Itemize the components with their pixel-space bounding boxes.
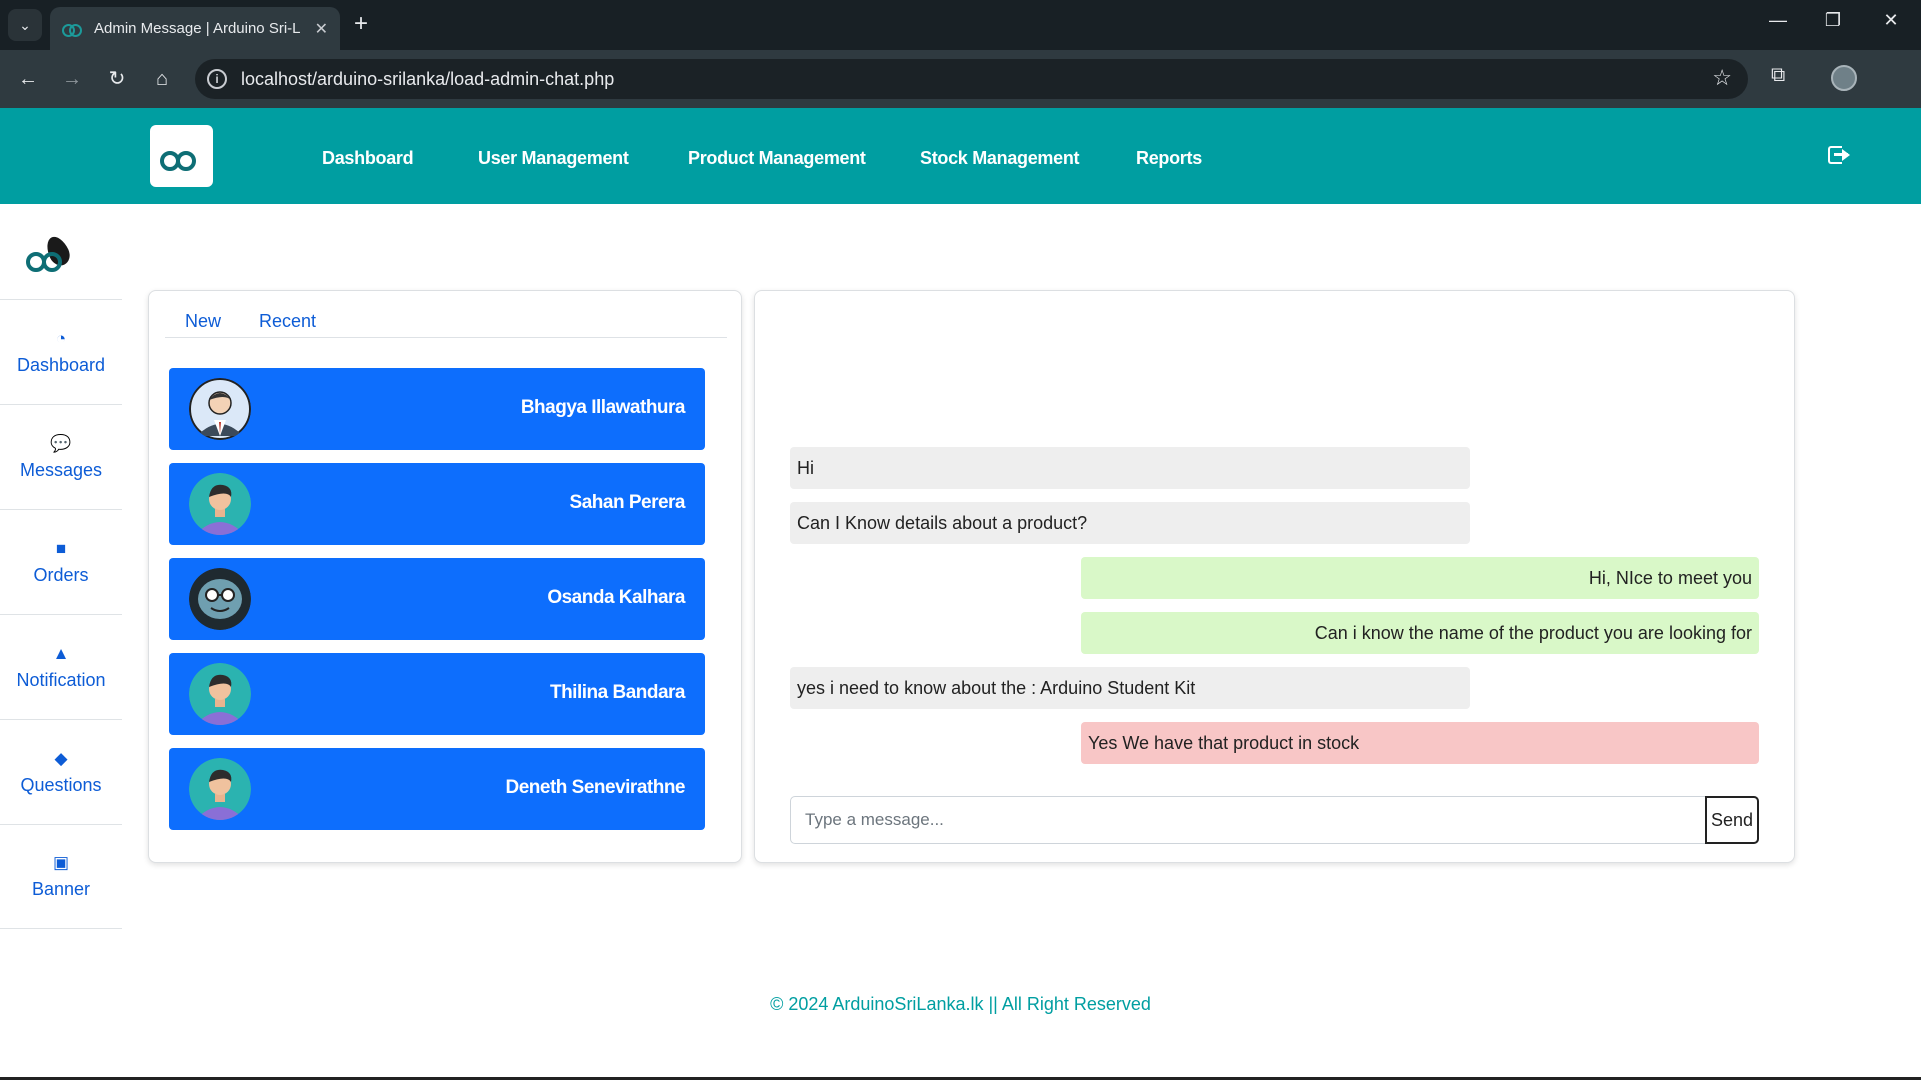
home-button[interactable]: ⌂ (148, 66, 176, 92)
extensions-icon[interactable]: ⧉ (1771, 64, 1785, 87)
message-incoming: yes i need to know about the : Arduino S… (790, 667, 1470, 709)
user-list-item[interactable]: Sahan Perera (169, 463, 705, 545)
sidebar-item-messages[interactable]: 💬 Messages (0, 404, 122, 509)
sidebar-item-notification[interactable]: ▲ Notification (0, 614, 122, 719)
message-incoming: Can I Know details about a product? (790, 502, 1470, 544)
chat-list-tabs: New Recent (165, 301, 727, 338)
restore-button[interactable]: ❐ (1818, 10, 1848, 31)
new-tab-button[interactable]: + (354, 11, 368, 37)
back-button[interactable]: ← (14, 66, 42, 92)
sidebar-item-label: Orders (33, 564, 89, 585)
logout-icon[interactable] (1828, 146, 1850, 164)
arduino-favicon-icon (62, 23, 82, 37)
nav-user-management[interactable]: User Management (478, 148, 629, 169)
sidebar-item-label: Questions (20, 774, 102, 795)
nav-reports[interactable]: Reports (1136, 148, 1202, 169)
user-list: Bhagya Illawathura Sahan Perera Osanda K… (169, 368, 705, 843)
avatar (189, 663, 251, 725)
footer-copyright: © 2024 ArduinoSriLanka.lk || All Right R… (770, 994, 1151, 1014)
sidebar-logo[interactable] (26, 233, 74, 274)
sidebar-item-questions[interactable]: ◆ Questions (0, 719, 122, 824)
user-name: Bhagya Illawathura (520, 397, 686, 418)
tab-new[interactable]: New (185, 311, 221, 332)
minimize-button[interactable]: — (1763, 10, 1793, 31)
browser-tab-bar: ⌄ Admin Message | Arduino Sri-L ✕ + — ❐ … (0, 0, 1921, 50)
tab-title: Admin Message | Arduino Sri-L (94, 20, 301, 37)
gauge-icon: ◔ (55, 328, 67, 348)
user-name: Sahan Perera (569, 492, 686, 513)
sidebar-item-label: Dashboard (16, 354, 106, 375)
site-header: Dashboard User Management Product Manage… (0, 108, 1921, 204)
avatar (189, 473, 251, 535)
user-list-item[interactable]: Osanda Kalhara (169, 558, 705, 640)
user-name: Thilina Bandara (549, 682, 686, 703)
user-list-item[interactable]: Bhagya Illawathura (169, 368, 705, 450)
message-input[interactable] (791, 797, 1701, 843)
sidebar-item-label: Messages (19, 459, 103, 480)
sidebar-item-label: Banner (31, 879, 91, 899)
message-outgoing-pending: Yes We have that product in stock (1081, 722, 1759, 764)
forward-button[interactable]: → (58, 66, 86, 92)
message-incoming: Hi (790, 447, 1470, 489)
close-window-button[interactable]: ✕ (1876, 10, 1906, 31)
avatar (189, 378, 251, 440)
user-name: Osanda Kalhara (547, 587, 685, 608)
close-icon[interactable]: ✕ (315, 19, 328, 39)
browser-toolbar: ← → ↻ ⌂ i localhost/arduino-srilanka/loa… (0, 50, 1921, 108)
arduino-logo-icon (26, 233, 74, 274)
box-icon: ■ (55, 538, 67, 558)
tab-recent[interactable]: Recent (259, 311, 316, 332)
sidebar-item-label: Notification (16, 669, 106, 690)
chat-icon: 💬 (50, 433, 72, 453)
address-bar[interactable]: i localhost/arduino-srilanka/load-admin-… (195, 59, 1748, 99)
bookmark-star-icon[interactable]: ☆ (1712, 65, 1732, 91)
url-text: localhost/arduino-srilanka/load-admin-ch… (241, 69, 615, 89)
tab-search-button[interactable]: ⌄ (8, 9, 42, 41)
send-button[interactable]: Send (1705, 796, 1759, 844)
chat-list-card: New Recent Bhagya Illawathura Sahan Pere… (148, 290, 742, 863)
arduino-logo-icon (160, 132, 208, 173)
nav-stock-management[interactable]: Stock Management (920, 148, 1080, 169)
chat-window: Hi Can I Know details about a product? H… (754, 290, 1795, 863)
profile-avatar[interactable] (1831, 65, 1857, 91)
sidebar-item-orders[interactable]: ■ Orders (0, 509, 122, 614)
image-icon: ▣ (52, 853, 70, 872)
avatar (189, 568, 251, 630)
message-outgoing: Hi, NIce to meet you (1081, 557, 1759, 599)
avatar (189, 758, 251, 820)
sidebar-item-dashboard[interactable]: ◔ Dashboard (0, 299, 122, 404)
nav-dashboard[interactable]: Dashboard (322, 148, 414, 169)
message-outgoing: Can i know the name of the product you a… (1081, 612, 1759, 654)
bell-icon: ▲ (52, 643, 70, 663)
site-logo[interactable] (150, 125, 213, 187)
message-composer: Send (790, 796, 1759, 844)
user-name: Deneth Senevirathne (505, 777, 686, 798)
user-list-item[interactable]: Deneth Senevirathne (169, 748, 705, 830)
user-list-item[interactable]: Thilina Bandara (169, 653, 705, 735)
browser-tab[interactable]: Admin Message | Arduino Sri-L ✕ (50, 7, 340, 50)
sidebar-item-banner[interactable]: ▣ Banner (0, 824, 122, 929)
site-info-icon[interactable]: i (207, 69, 227, 89)
question-icon: ◆ (54, 748, 68, 768)
reload-button[interactable]: ↻ (103, 66, 131, 92)
nav-product-management[interactable]: Product Management (688, 148, 866, 169)
